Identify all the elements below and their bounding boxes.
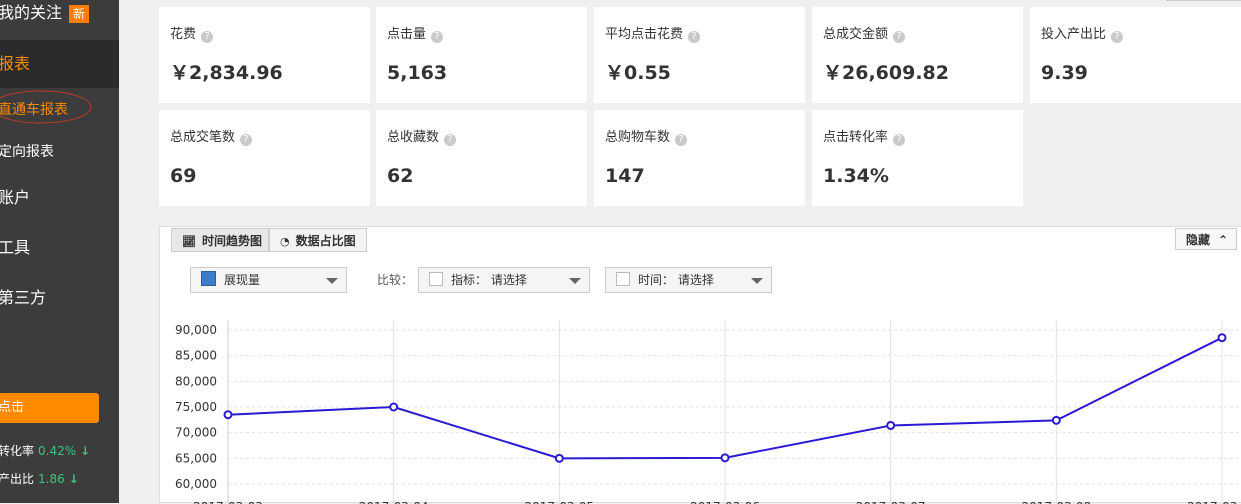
sidebar-item-dingxiang-report[interactable]: 定向报表	[0, 141, 54, 163]
y-tick-label: 80,000	[175, 374, 217, 388]
help-icon[interactable]: ?	[688, 31, 701, 43]
sidebar: 我的关注 新 报表 直通车报表 定向报表 账户 工具 第三方 点击 转化率 0.4…	[0, 0, 119, 503]
sidebar-item-thirdparty[interactable]: 第三方	[0, 286, 46, 310]
stat-value: ￥0.55	[605, 62, 671, 84]
stat-card-roi: 投入产出比? 9.39	[1030, 7, 1241, 103]
stat-value: 1.34%	[823, 165, 889, 187]
metric-label: 产出比	[0, 472, 35, 486]
sidebar-item-tools[interactable]: 工具	[0, 236, 30, 260]
stat-card-conversion: 点击转化率? 1.34%	[812, 110, 1023, 206]
help-icon[interactable]: ?	[893, 31, 906, 43]
x-tick-label: 2017-03-08	[1021, 500, 1091, 504]
stat-value: 62	[387, 165, 414, 187]
stat-card-carts: 总购物车数? 147	[594, 110, 805, 206]
data-point	[389, 402, 399, 412]
help-icon[interactable]: ?	[1111, 31, 1124, 43]
new-badge: 新	[69, 5, 89, 23]
stat-label: 总收藏数?	[387, 129, 457, 147]
data-point	[1051, 415, 1061, 425]
top-border-line	[1166, 0, 1241, 1]
y-tick-label: 65,000	[175, 451, 217, 465]
stat-label: 投入产出比?	[1041, 26, 1124, 44]
data-point	[886, 420, 896, 430]
help-icon[interactable]: ?	[444, 134, 457, 146]
help-icon[interactable]: ?	[201, 31, 214, 43]
y-tick-label: 60,000	[175, 477, 217, 491]
help-icon[interactable]: ?	[675, 134, 688, 146]
y-tick-label: 70,000	[175, 426, 217, 440]
sidebar-metric-conversion: 转化率 0.42% ↓	[0, 441, 90, 461]
help-icon[interactable]: ?	[240, 134, 253, 146]
sidebar-my-follow[interactable]: 我的关注 新	[0, 0, 119, 39]
data-point	[720, 453, 730, 463]
metric-value: 1.86	[38, 472, 65, 486]
sidebar-item-zhitongche-report[interactable]: 直通车报表	[0, 99, 68, 121]
stat-card-clicks: 点击量? 5,163	[376, 7, 587, 103]
data-point	[223, 410, 233, 420]
stat-value: ￥2,834.96	[170, 62, 283, 84]
x-tick-label: 2017-03-05	[524, 500, 594, 504]
y-tick-label: 90,000	[175, 323, 217, 337]
sidebar-reports-label: 报表	[0, 54, 31, 73]
help-icon[interactable]: ?	[431, 31, 444, 43]
data-point	[554, 453, 564, 463]
x-tick-label: 2017-03-04	[359, 500, 429, 504]
sidebar-item-reports[interactable]: 报表	[0, 40, 119, 88]
stat-card-gmv: 总成交金额? ￥26,609.82	[812, 7, 1023, 103]
stat-label: 总成交笔数?	[170, 129, 253, 147]
data-point	[1217, 333, 1227, 343]
y-tick-label: 85,000	[175, 349, 217, 363]
sidebar-click-tab[interactable]: 点击	[0, 393, 99, 423]
sidebar-follow-label: 我的关注	[0, 3, 63, 22]
stat-label: 总成交金额?	[823, 26, 906, 44]
x-tick-label: 2017-03-09	[1187, 500, 1241, 504]
chart-panel: 📈︎ 时间趋势图 ◔ 数据占比图 隐藏 ⌃ 展现量 比较： 指标： 请选择 时间： …	[159, 226, 1241, 504]
impressions-line-chart: 90,000 85,000 80,000 75,000 70,000 65,000 60,0…	[175, 320, 1241, 504]
stat-card-cost: 花费? ￥2,834.96	[159, 7, 370, 103]
stat-card-avg-cpc: 平均点击花费? ￥0.55	[594, 7, 805, 103]
arrow-down-icon: ↓	[80, 444, 91, 458]
stat-value: ￥26,609.82	[823, 62, 949, 84]
stat-value: 9.39	[1041, 62, 1088, 84]
stat-label: 点击量?	[387, 26, 444, 44]
sidebar-item-account[interactable]: 账户	[0, 186, 30, 210]
stat-value: 5,163	[387, 62, 448, 84]
stat-card-favorites: 总收藏数? 62	[376, 110, 587, 206]
metric-label: 转化率	[0, 444, 35, 458]
arrow-down-icon: ↓	[68, 472, 79, 486]
help-icon[interactable]: ?	[893, 134, 906, 146]
sidebar-metric-roi: 产出比 1.86 ↓	[0, 469, 79, 489]
stat-label: 点击转化率?	[823, 129, 906, 147]
stat-label: 总购物车数?	[605, 129, 688, 147]
sidebar-click-label: 点击	[0, 400, 25, 415]
stat-label: 花费?	[170, 26, 214, 44]
stat-value: 147	[605, 165, 645, 187]
metric-value: 0.42%	[38, 444, 77, 458]
stat-card-orders: 总成交笔数? 69	[159, 110, 370, 206]
x-tick-label: 2017-03-07	[856, 500, 926, 504]
stat-value: 69	[170, 165, 197, 187]
stat-label: 平均点击花费?	[605, 26, 701, 44]
x-tick-label: 2017-03-06	[690, 500, 760, 504]
y-tick-label: 75,000	[175, 400, 217, 414]
